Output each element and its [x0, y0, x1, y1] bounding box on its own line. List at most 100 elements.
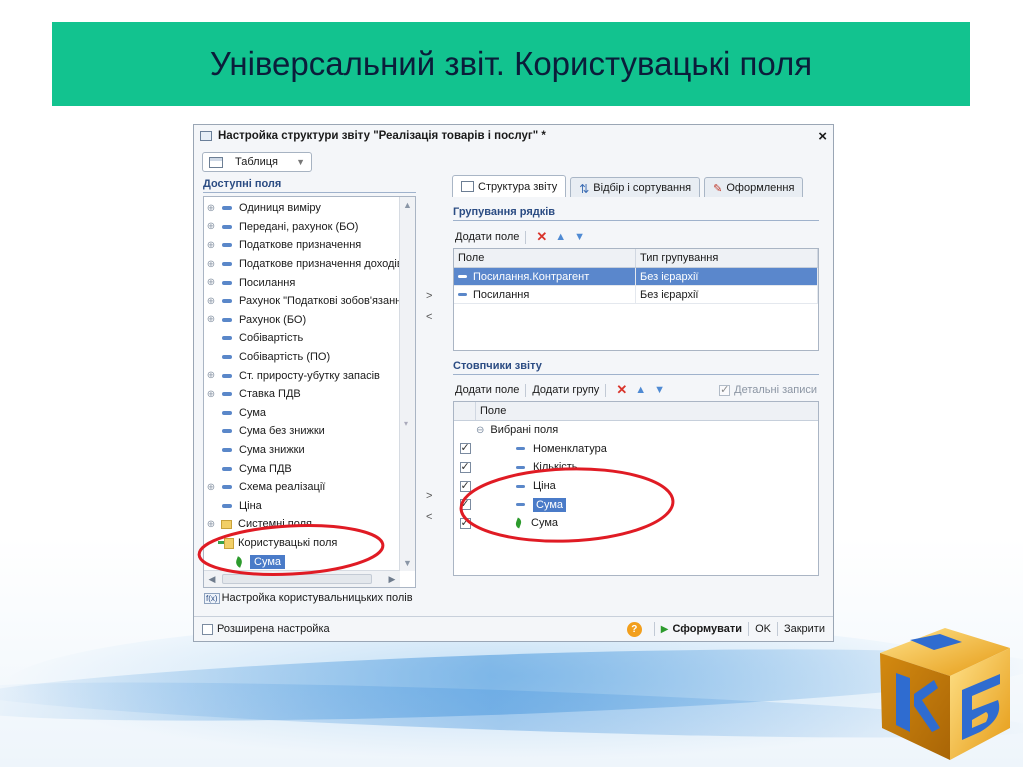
- move-left-button-columns[interactable]: <: [426, 511, 432, 523]
- separator: [776, 622, 778, 636]
- column-checkbox[interactable]: [459, 516, 471, 529]
- column-checkbox[interactable]: [459, 441, 471, 455]
- dialog-title: Настройка структури звіту "Реалізація то…: [218, 130, 546, 142]
- column-header-field[interactable]: Поле: [476, 402, 818, 420]
- column-header-group-type[interactable]: Тип групування: [636, 249, 818, 267]
- report-column-row[interactable]: Сума: [454, 514, 818, 533]
- available-field-item[interactable]: Собівартість (ПО): [204, 348, 400, 367]
- grouping-type-cell: Без ієрархії: [636, 268, 818, 285]
- report-column-row[interactable]: Сума: [454, 495, 818, 514]
- checkbox-column-header: [454, 402, 476, 420]
- available-field-item[interactable]: ⊕ Ст. приросту-убутку запасів: [204, 366, 400, 385]
- available-field-label: Собівартість: [239, 332, 304, 345]
- column-header-field[interactable]: Поле: [454, 249, 636, 267]
- column-checkbox[interactable]: [459, 460, 471, 473]
- help-icon[interactable]: ?: [626, 621, 642, 637]
- grouping-table[interactable]: Поле Тип групування Посилання.Контрагент…: [453, 248, 819, 351]
- available-field-item[interactable]: ⊕ Схема реалізації: [204, 478, 400, 497]
- available-field-item[interactable]: ⊕ Одиниця виміру: [204, 199, 400, 218]
- move-right-button[interactable]: >: [426, 290, 432, 302]
- detail-records-checkbox[interactable]: [719, 383, 731, 396]
- scroll-up-icon[interactable]: ▲: [400, 197, 415, 213]
- field-icon: [222, 429, 232, 434]
- scroll-thumb[interactable]: [222, 574, 372, 584]
- available-field-item[interactable]: ⊕ Системні поля: [204, 515, 400, 534]
- add-field-button-columns[interactable]: Додати поле: [455, 384, 519, 396]
- custom-field-icon: [234, 555, 244, 568]
- custom-fields-settings-link[interactable]: f(x) Настройка користувальницьких полів: [204, 592, 413, 604]
- expand-icon[interactable]: ⊕: [204, 296, 218, 307]
- available-fields-tree[interactable]: ⊕ Одиниця виміру ⊕ Передані, рахунок (БО) ⊕ П…: [203, 196, 416, 588]
- available-field-item[interactable]: Собівартість: [204, 329, 400, 348]
- tab-structure[interactable]: Структура звіту: [452, 175, 567, 197]
- available-field-label: Користувацькі поля: [238, 536, 338, 549]
- expand-icon[interactable]: ⊕: [204, 277, 218, 288]
- window-icon: [200, 131, 212, 141]
- expand-icon[interactable]: ⊕: [204, 314, 218, 325]
- available-field-item[interactable]: Сума без знижки: [204, 422, 400, 441]
- arrow-down-icon[interactable]: ▼: [574, 231, 585, 243]
- delete-icon[interactable]: ✕: [536, 229, 547, 245]
- expand-icon[interactable]: ⊕: [204, 389, 218, 400]
- scroll-left-icon[interactable]: ◀: [204, 571, 220, 587]
- expand-icon[interactable]: ⊕: [204, 370, 218, 381]
- horizontal-scrollbar[interactable]: ◀ ▶: [204, 570, 400, 587]
- collapse-icon[interactable]: ⊖: [476, 425, 484, 436]
- report-column-row[interactable]: Номенклатура: [454, 440, 818, 459]
- field-icon: [516, 465, 525, 469]
- close-icon[interactable]: ×: [818, 128, 827, 145]
- generate-button[interactable]: Сформувати: [672, 623, 742, 635]
- expand-icon[interactable]: ⊕: [204, 519, 218, 530]
- available-field-item[interactable]: ⊕ Податкове призначення доходів: [204, 255, 400, 274]
- available-field-item[interactable]: ⊕ Рахунок (БО): [204, 311, 400, 330]
- add-group-button[interactable]: Додати групу: [532, 384, 599, 396]
- expand-icon[interactable]: ⊕: [204, 482, 218, 493]
- scroll-right-icon[interactable]: ▶: [384, 571, 400, 587]
- grouping-row[interactable]: Посилання.Контрагент Без ієрархії: [454, 268, 818, 286]
- expand-icon[interactable]: ⊕: [204, 259, 218, 270]
- available-field-item[interactable]: Сума знижки: [204, 441, 400, 460]
- report-column-row[interactable]: Ціна: [454, 477, 818, 496]
- available-field-item[interactable]: ⊕ Рахунок "Податкові зобов'язання": [204, 292, 400, 311]
- report-column-row[interactable]: Кількість: [454, 458, 818, 477]
- column-checkbox[interactable]: [459, 497, 471, 511]
- available-field-item[interactable]: Сума: [204, 552, 400, 571]
- column-checkbox[interactable]: [459, 479, 471, 492]
- available-field-item[interactable]: Сума: [204, 404, 400, 423]
- scroll-down-icon[interactable]: ▼: [400, 555, 415, 571]
- detail-records-toggle[interactable]: Детальні записи: [719, 383, 817, 396]
- grouping-row[interactable]: Посилання Без ієрархії: [454, 286, 818, 304]
- available-field-item[interactable]: ⊕ Податкове призначення: [204, 236, 400, 255]
- advanced-settings-checkbox[interactable]: [202, 623, 213, 635]
- delete-icon[interactable]: ✕: [616, 382, 627, 398]
- ok-button[interactable]: OK: [755, 623, 771, 635]
- expand-icon[interactable]: ⊕: [204, 240, 218, 251]
- move-right-button-columns[interactable]: >: [426, 490, 432, 502]
- expand-icon[interactable]: ⊕: [204, 203, 218, 214]
- selected-fields-group-row[interactable]: ⊖ Вибрані поля: [454, 421, 818, 440]
- available-field-item[interactable]: Сума ПДВ: [204, 459, 400, 478]
- table-icon: [461, 181, 474, 192]
- vertical-scrollbar[interactable]: ▲ ▾ ▼: [399, 197, 415, 571]
- arrow-up-icon[interactable]: ▲: [555, 231, 566, 243]
- add-field-button[interactable]: Додати поле: [455, 231, 519, 243]
- view-mode-select[interactable]: Таблиця ▼: [202, 152, 312, 172]
- expand-icon[interactable]: ⊕: [204, 221, 218, 232]
- tab-design[interactable]: ✎ Оформлення: [704, 177, 804, 197]
- available-field-item[interactable]: ⊕ Передані, рахунок (БО): [204, 218, 400, 237]
- close-button[interactable]: Закрити: [784, 623, 825, 635]
- report-column-label: Кількість: [533, 461, 578, 474]
- report-columns-table[interactable]: Поле ⊖ Вибрані поля Номенклатура Кількіст…: [453, 401, 819, 576]
- available-field-item[interactable]: ⊕ Посилання: [204, 273, 400, 292]
- dialog-footer: Розширена настройка ? ▶ Сформувати OK За…: [194, 616, 833, 641]
- columns-toolbar: Додати поле Додати групу ✕ ▲ ▼ Детальні …: [455, 382, 817, 398]
- arrow-down-icon[interactable]: ▼: [654, 384, 665, 396]
- available-field-item[interactable]: Користувацькі поля: [204, 534, 400, 553]
- available-field-item[interactable]: Ціна: [204, 497, 400, 516]
- tab-filter[interactable]: ⇅ Відбір і сортування: [570, 177, 701, 197]
- arrow-up-icon[interactable]: ▲: [635, 384, 646, 396]
- available-field-label: Сума знижки: [239, 444, 305, 457]
- move-left-button[interactable]: <: [426, 311, 432, 323]
- available-field-item[interactable]: ⊕ Ставка ПДВ: [204, 385, 400, 404]
- report-column-label: Ціна: [533, 480, 556, 493]
